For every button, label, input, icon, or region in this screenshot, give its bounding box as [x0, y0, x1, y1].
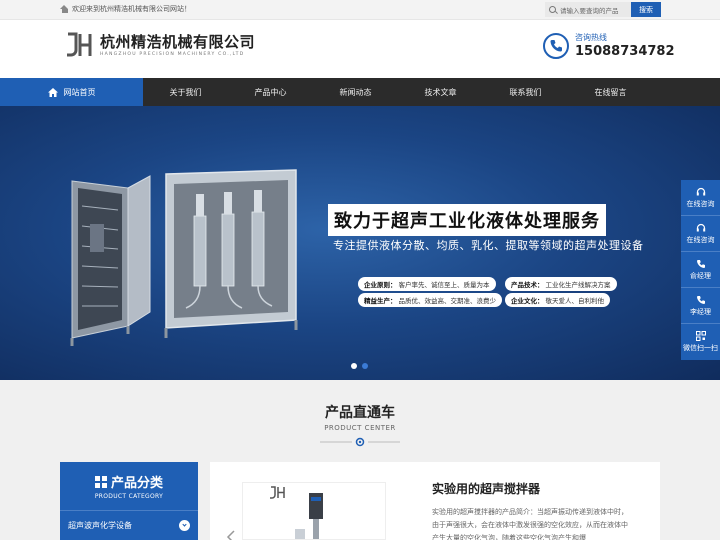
search-icon [549, 6, 556, 13]
pill-key: 产品技术： [511, 281, 544, 289]
home-icon[interactable] [60, 4, 69, 14]
section-title: 产品直通车 [325, 405, 395, 421]
banner-title: 致力于超声工业化液体处理服务 [328, 204, 606, 236]
pill-value: 客户率先、诚信至上、质量为本 [398, 281, 490, 289]
category-item-label: 超声波声化学设备 [68, 521, 132, 530]
slide-dot-2[interactable] [362, 363, 368, 369]
category-title: 产品分类 [110, 476, 163, 491]
section-title-en: PRODUCT CENTER [324, 424, 396, 432]
qrcode-icon [695, 331, 706, 341]
product-section: 产品直通车 PRODUCT CENTER 产品分类 PRODUCT CATEGO… [0, 380, 720, 540]
home-icon [47, 87, 58, 97]
welcome-text: 欢迎来到杭州精浩机械有限公司网站！ [72, 5, 191, 13]
float-online-consult-2[interactable]: 在线咨询 [681, 216, 720, 252]
search-bar: 请输入要查询的产品 搜索 [545, 2, 661, 17]
featured-product-card[interactable]: 实验用的超声搅拌器 实验用的超声搅拌器的产品简介：当超声振动传递到液体中时，由于… [210, 462, 660, 540]
float-label: 微信扫一扫 [683, 344, 718, 352]
category-title-en: PRODUCT CATEGORY [94, 493, 164, 500]
carousel-prev-icon[interactable] [226, 530, 236, 540]
product-image[interactable] [242, 482, 386, 540]
nav-item-home[interactable]: 网站首页 [0, 78, 143, 106]
logo[interactable]: 杭州精浩机械有限公司 HANGZHOU PRECISION MACHINERY … [64, 32, 255, 58]
headset-icon [696, 187, 705, 195]
chevron-down-icon [179, 520, 190, 531]
nav-label: 网站首页 [63, 87, 96, 97]
float-label: 在线咨询 [686, 199, 715, 208]
product-title[interactable]: 实验用的超声搅拌器 [432, 480, 540, 497]
phone-icon [543, 32, 569, 59]
category-title-wrap: 产品分类 [94, 472, 163, 491]
search-input[interactable]: 请输入要查询的产品 [545, 2, 631, 17]
hotline-label: 咨询热线 [575, 33, 607, 42]
company-name: 杭州精浩机械有限公司 [100, 32, 256, 51]
search-placeholder: 请输入要查询的产品 [560, 6, 619, 15]
pill-key: 企业文化： [511, 297, 544, 305]
nav-item-news[interactable]: 新闻动态 [313, 78, 398, 106]
nav-item-articles[interactable]: 技术文章 [398, 78, 483, 106]
pill-culture: 企业文化： 敬天爱人、自利利他 [505, 293, 610, 307]
banner-subtitle: 专注提供液体分散、均质、乳化、提取等领域的超声处理设备 [333, 239, 644, 252]
float-label: 在线咨询 [686, 235, 715, 244]
category-item-sonochemistry[interactable]: 超声波声化学设备 [60, 510, 198, 540]
pill-principle: 企业原则： 客户率先、诚信至上、质量为本 [358, 277, 496, 291]
float-service-bar: 在线咨询 在线咨询 俞经理 李经理 微信扫一扫 [681, 180, 720, 360]
hotline: 咨询热线 15088734782 [543, 32, 675, 59]
slide-dots [351, 363, 368, 369]
logo-mark-icon [67, 32, 92, 57]
section-divider-icon [320, 437, 400, 447]
welcome-text-wrap: 欢迎来到杭州精浩机械有限公司网站！ [60, 4, 191, 14]
pill-value: 工业化生产线解决方案 [545, 281, 611, 289]
pill-value: 敬天爱人、自利利他 [545, 297, 605, 305]
float-wechat-scan[interactable]: 微信扫一扫 [681, 324, 720, 360]
top-bar: 欢迎来到杭州精浩机械有限公司网站！ 请输入要查询的产品 搜索 [0, 0, 720, 20]
float-label: 李经理 [690, 307, 711, 316]
product-description: 实验用的超声搅拌器的产品简介：当超声振动传递到液体中时，由于声强很大，会在液体中… [432, 508, 628, 540]
nav-item-contact[interactable]: 联系我们 [483, 78, 568, 106]
category-panel: 产品分类 PRODUCT CATEGORY 超声波声化学设备 [60, 462, 198, 540]
hotline-number: 15088734782 [575, 44, 675, 59]
pill-production: 精益生产： 品质优、效益高、交期准、浪费少 [358, 293, 502, 307]
headset-icon [696, 223, 705, 231]
hero-banner[interactable]: 致力于超声工业化液体处理服务 专注提供液体分散、均质、乳化、提取等领域的超声处理… [0, 106, 720, 380]
float-label: 俞经理 [690, 271, 711, 280]
grid-icon [94, 475, 107, 488]
company-name-en: HANGZHOU PRECISION MACHINERY CO.,LTD [100, 51, 245, 57]
header: 杭州精浩机械有限公司 HANGZHOU PRECISION MACHINERY … [0, 20, 720, 78]
page: 欢迎来到杭州精浩机械有限公司网站！ 请输入要查询的产品 搜索 杭州精浩机械有限公… [0, 0, 720, 540]
float-manager-yu[interactable]: 俞经理 [681, 252, 720, 288]
main-nav: 网站首页 关于我们 产品中心 新闻动态 技术文章 联系我们 在线留言 [0, 78, 720, 106]
pill-value: 品质优、效益高、交期准、浪费少 [398, 297, 497, 305]
search-button[interactable]: 搜索 [631, 2, 661, 17]
float-online-consult-1[interactable]: 在线咨询 [681, 180, 720, 216]
nav-item-about[interactable]: 关于我们 [143, 78, 228, 106]
pill-technology: 产品技术： 工业化生产线解决方案 [505, 277, 617, 291]
category-header: 产品分类 PRODUCT CATEGORY [60, 462, 198, 510]
equipment-image [70, 169, 298, 346]
nav-item-products[interactable]: 产品中心 [228, 78, 313, 106]
phone-icon [696, 259, 705, 268]
phone-icon [696, 295, 705, 304]
slide-dot-1[interactable] [351, 363, 357, 369]
pill-key: 精益生产： [364, 297, 397, 305]
float-manager-li[interactable]: 李经理 [681, 288, 720, 324]
nav-item-message[interactable]: 在线留言 [568, 78, 653, 106]
pill-key: 企业原则： [364, 281, 397, 289]
ultrasonic-stirrer-image [270, 486, 323, 539]
